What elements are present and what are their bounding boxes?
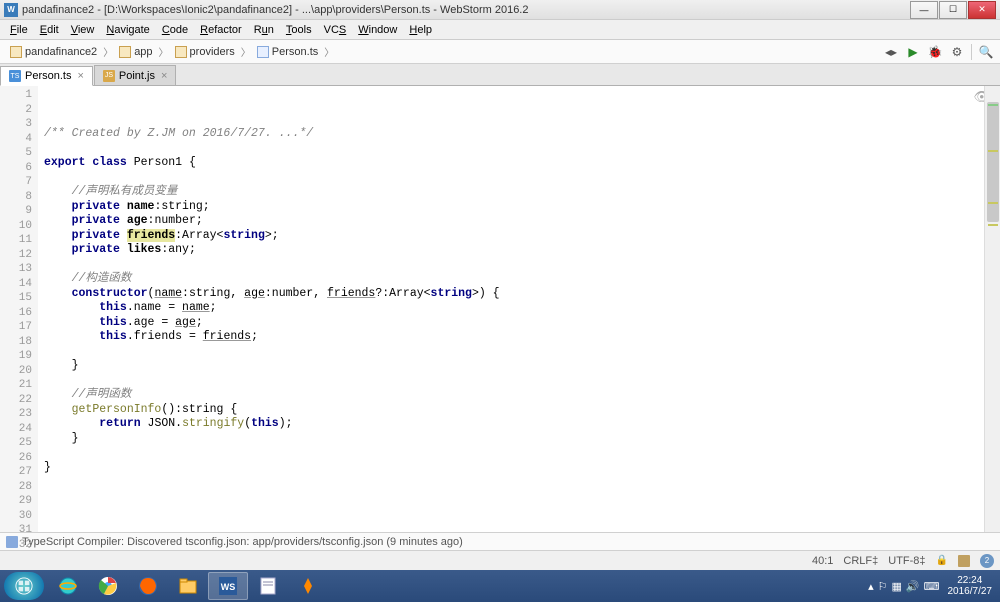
menu-file[interactable]: File: [4, 22, 34, 38]
breadcrumb-separator: 〉: [241, 44, 251, 59]
debug-button[interactable]: 🐞: [927, 44, 943, 60]
ts-file-icon: TS: [9, 70, 21, 82]
tray-input-icon[interactable]: ⌨: [924, 580, 940, 593]
scroll-thumb[interactable]: [987, 102, 999, 222]
tray-volume-icon[interactable]: 🔊: [906, 580, 920, 593]
breadcrumb-separator: 〉: [103, 44, 113, 59]
menu-navigate[interactable]: Navigate: [100, 22, 155, 38]
search-button[interactable]: 🔍: [978, 44, 994, 60]
breadcrumb-separator: 〉: [159, 44, 169, 59]
scroll-marker: [988, 202, 998, 204]
taskbar-firefox[interactable]: [128, 572, 168, 600]
menu-view[interactable]: View: [65, 22, 101, 38]
breadcrumb-providers[interactable]: providers: [171, 45, 239, 59]
folder-icon: [10, 46, 22, 58]
tab-label: Person.ts: [25, 70, 71, 82]
taskbar-explorer[interactable]: [168, 572, 208, 600]
navigation-bar: pandafinance2 〉 app 〉 providers 〉 Person…: [0, 40, 1000, 64]
maximize-button[interactable]: ☐: [939, 1, 967, 19]
taskbar-notepad[interactable]: [248, 572, 288, 600]
breadcrumb-app[interactable]: app: [115, 45, 156, 59]
editor-tabs: TS Person.ts × JS Point.js ×: [0, 64, 1000, 86]
folder-icon: [119, 46, 131, 58]
taskbar-webstorm[interactable]: WS: [208, 572, 248, 600]
scroll-marker: [988, 150, 998, 152]
line-gutter: 1234567891011121314151617181920212223242…: [0, 86, 38, 532]
tray-network-icon[interactable]: ▦: [892, 580, 902, 593]
taskbar-chrome[interactable]: [88, 572, 128, 600]
tray-icons: ▴ ⚐ ▦ 🔊 ⌨: [868, 580, 939, 593]
scroll-marker: [988, 224, 998, 226]
app-icon: W: [4, 3, 18, 17]
menu-help[interactable]: Help: [403, 22, 438, 38]
windows-taskbar: WS ▴ ⚐ ▦ 🔊 ⌨ 22:24 2016/7/27: [0, 570, 1000, 602]
file-icon: [257, 46, 269, 58]
menu-code[interactable]: Code: [156, 22, 194, 38]
minimize-button[interactable]: —: [910, 1, 938, 19]
menu-edit[interactable]: Edit: [34, 22, 65, 38]
scroll-marker: [988, 104, 998, 106]
tray-arrow-icon[interactable]: ▴: [868, 580, 874, 593]
folder-icon: [175, 46, 187, 58]
menu-run[interactable]: Run: [248, 22, 280, 38]
menu-tools[interactable]: Tools: [280, 22, 318, 38]
tray-flag-icon[interactable]: ⚐: [878, 580, 888, 593]
code-area[interactable]: 👁 /** Created by Z.JM on 2016/7/27. ...*…: [38, 86, 1000, 532]
close-tab-icon[interactable]: ×: [161, 70, 167, 82]
tab-label: Point.js: [119, 70, 155, 82]
tab-person-ts[interactable]: TS Person.ts ×: [0, 66, 93, 86]
vertical-scrollbar[interactable]: [984, 86, 1000, 532]
run-button[interactable]: ▶: [905, 44, 921, 60]
svg-text:WS: WS: [221, 582, 236, 592]
breadcrumb-project[interactable]: pandafinance2: [6, 45, 101, 59]
start-button[interactable]: [4, 572, 44, 600]
settings-button[interactable]: ⚙: [949, 44, 965, 60]
js-file-icon: JS: [103, 70, 115, 82]
nav-back-button[interactable]: ◂▸: [883, 44, 899, 60]
close-button[interactable]: ✕: [968, 1, 996, 19]
taskbar-clock[interactable]: 22:24 2016/7/27: [948, 575, 993, 597]
editor[interactable]: 1234567891011121314151617181920212223242…: [0, 86, 1000, 532]
window-controls: — ☐ ✕: [910, 1, 996, 19]
breadcrumb-file[interactable]: Person.ts: [253, 45, 322, 59]
taskbar-app[interactable]: [288, 572, 328, 600]
close-tab-icon[interactable]: ×: [77, 70, 83, 82]
system-tray: ▴ ⚐ ▦ 🔊 ⌨ 22:24 2016/7/27: [868, 575, 996, 597]
window-titlebar: W pandafinance2 - [D:\Workspaces\Ionic2\…: [0, 0, 1000, 20]
windows-logo-icon: [15, 577, 33, 595]
window-title: pandafinance2 - [D:\Workspaces\Ionic2\pa…: [22, 4, 910, 16]
taskbar-ie[interactable]: [48, 572, 88, 600]
tab-point-js[interactable]: JS Point.js ×: [94, 65, 177, 85]
menu-vcs[interactable]: VCS: [318, 22, 353, 38]
menu-bar: File Edit View Navigate Code Refactor Ru…: [0, 20, 1000, 40]
menu-refactor[interactable]: Refactor: [194, 22, 248, 38]
menu-window[interactable]: Window: [352, 22, 403, 38]
breadcrumb-separator: 〉: [324, 44, 334, 59]
separator: [971, 44, 972, 60]
